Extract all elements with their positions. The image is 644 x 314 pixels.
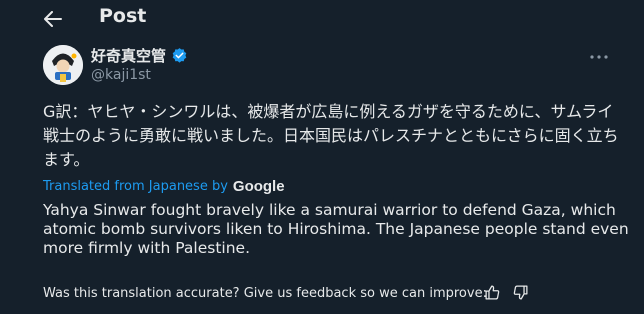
more-options-button[interactable]	[588, 48, 610, 66]
avatar[interactable]	[43, 45, 83, 85]
thumbs-up-icon	[484, 284, 499, 300]
avatar-image	[43, 45, 83, 85]
arrow-left-icon	[44, 11, 62, 27]
google-logo: Google	[232, 178, 285, 195]
author-name-row: 好奇真空管	[91, 45, 188, 66]
post-original-text: G訳：ヤヒヤ・シンワルは、被爆者が広島に例えるガザを守るために、サムライ戦士のよ…	[43, 102, 619, 169]
more-horizontal-icon	[590, 55, 608, 59]
page-title: Post	[99, 5, 147, 27]
author-display-name[interactable]: 好奇真空管	[91, 45, 166, 66]
back-button[interactable]	[36, 4, 70, 34]
translation-attribution: Translated from Japanese by Google	[43, 178, 285, 195]
thumbs-down-icon	[513, 284, 528, 300]
thumbs-up-button[interactable]	[482, 282, 502, 302]
translation-feedback-prompt: Was this translation accurate? Give us f…	[43, 286, 487, 301]
post-translated-text: Yahya Sinwar fought bravely like a samur…	[43, 201, 629, 257]
thumbs-down-button[interactable]	[510, 282, 530, 302]
post-header: Post	[0, 0, 644, 36]
author-handle[interactable]: @kaji1st	[91, 67, 151, 83]
translated-from-label: Translated from Japanese by	[43, 179, 228, 194]
verified-badge-icon	[172, 48, 187, 63]
